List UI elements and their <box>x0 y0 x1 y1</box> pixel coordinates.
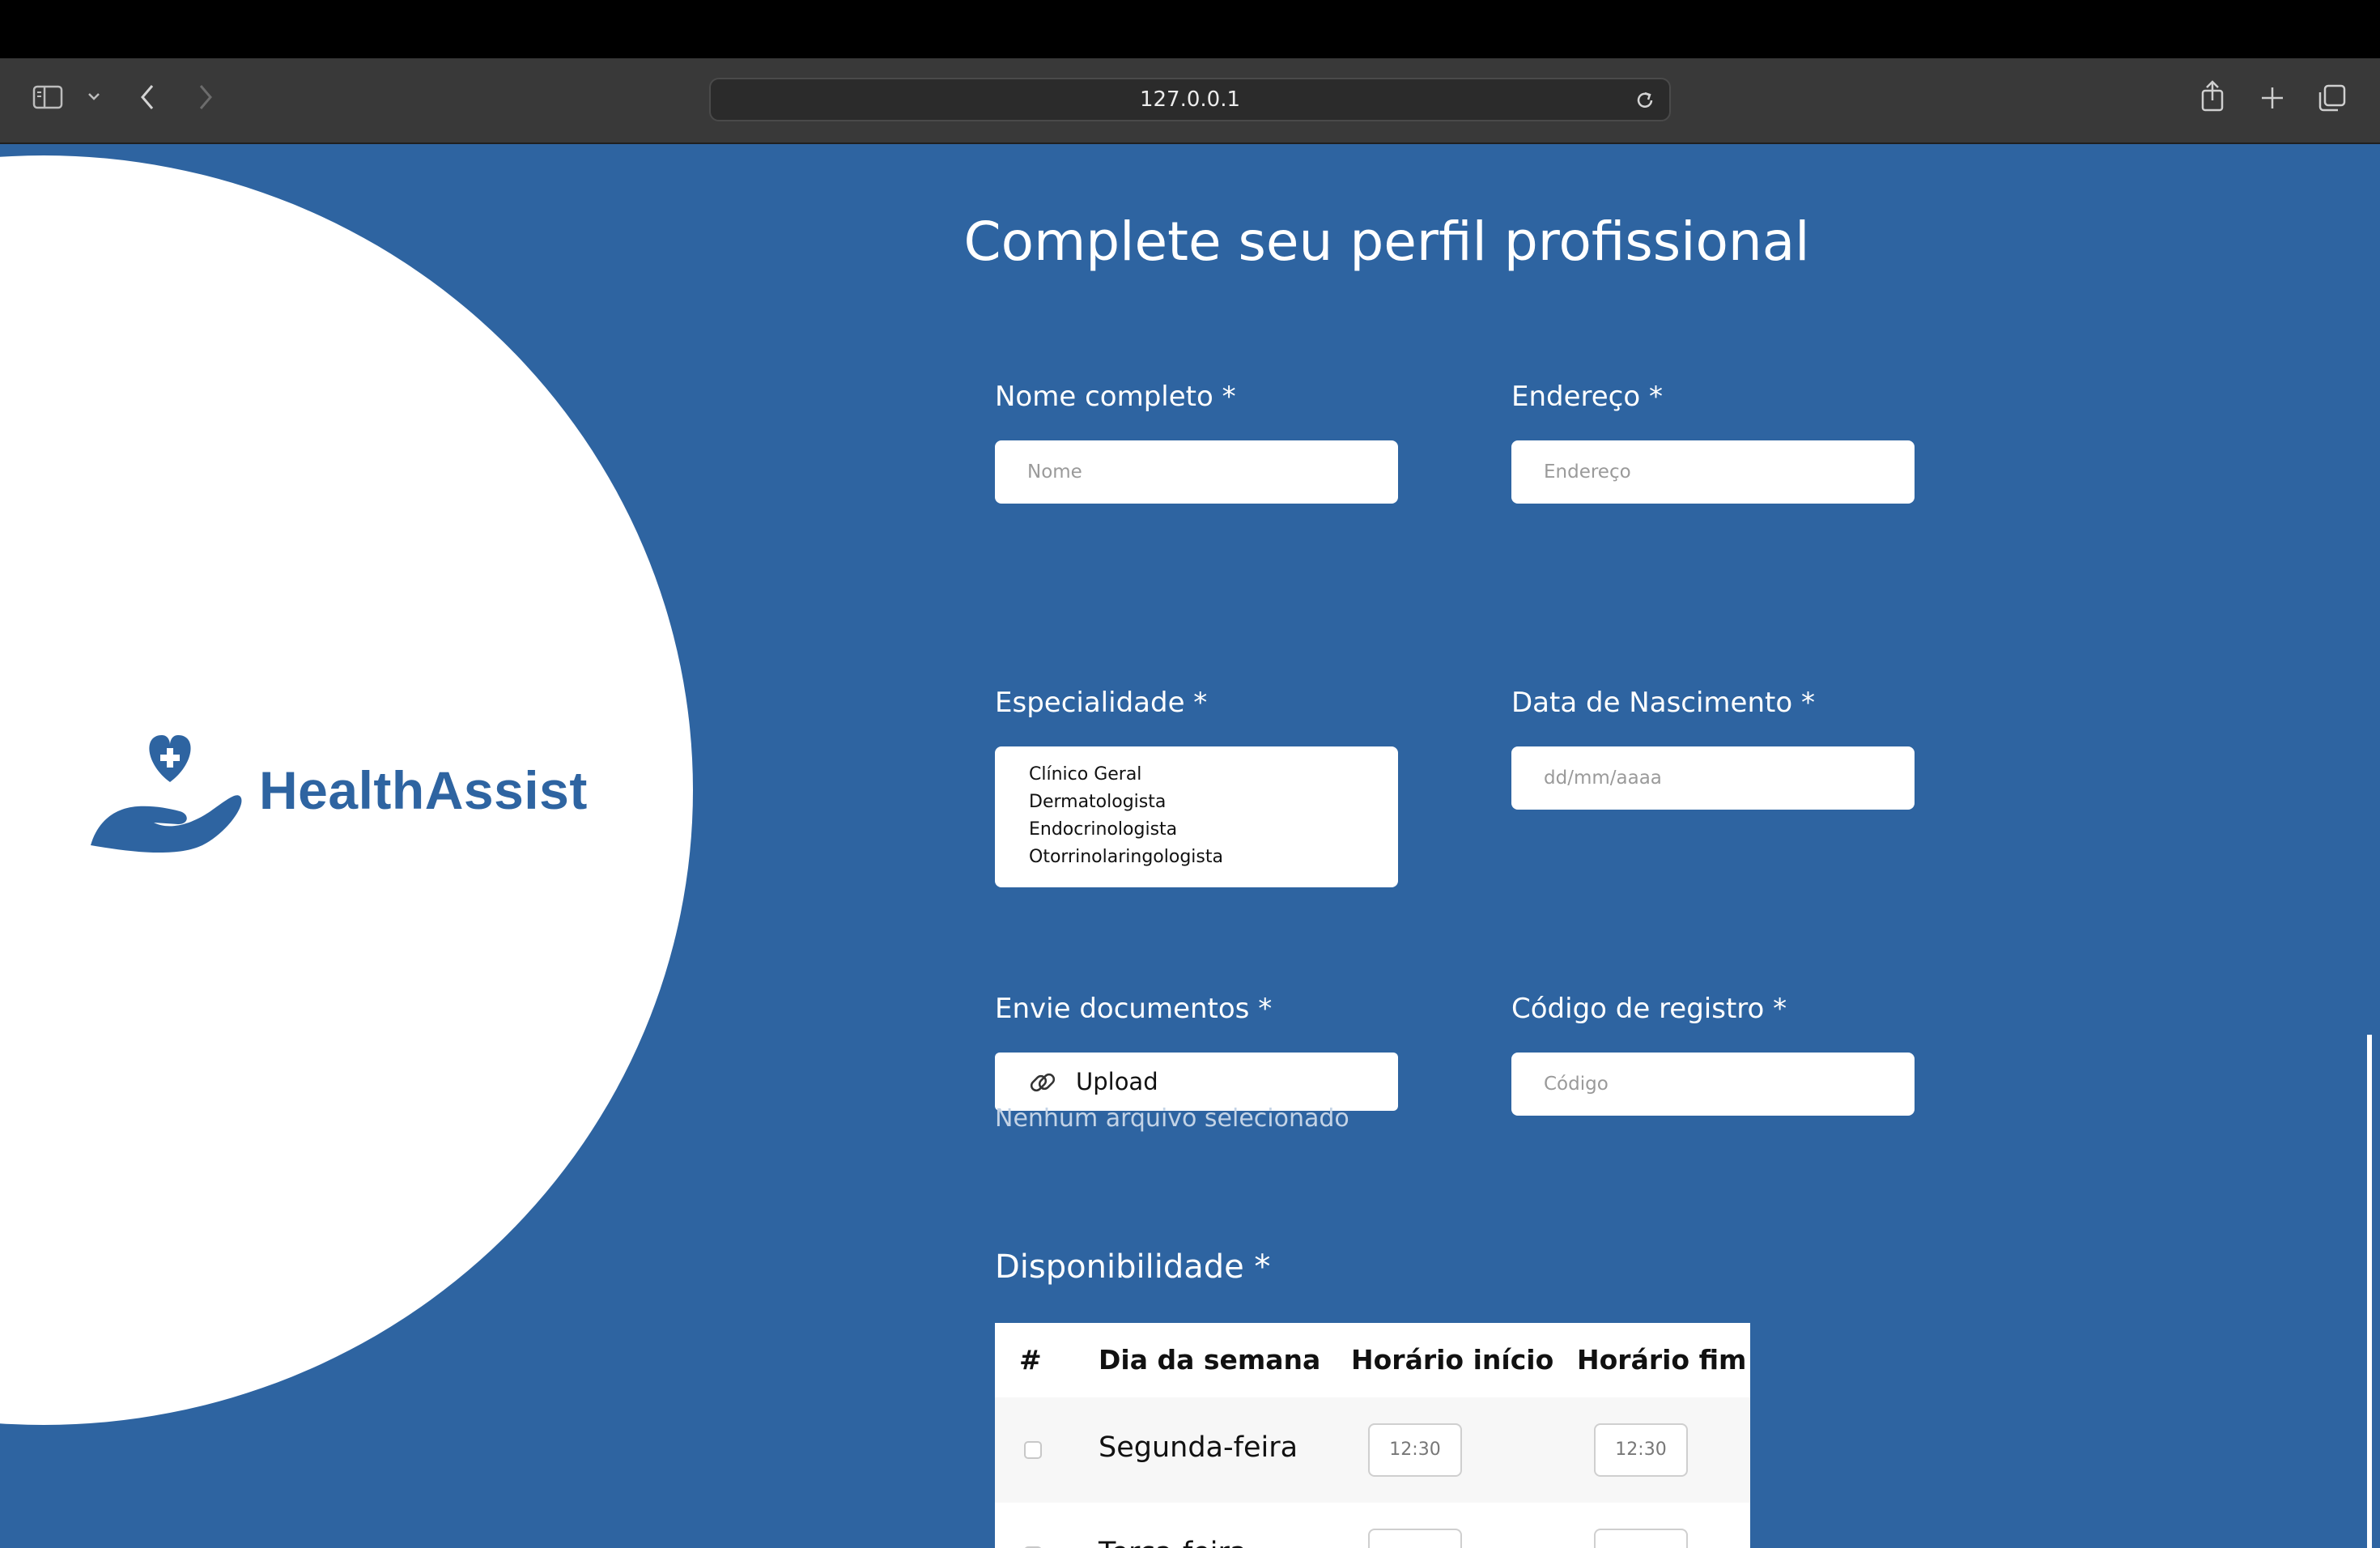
table-row: Terça-feira <box>995 1503 1750 1548</box>
address-label: Endereço * <box>1511 381 1663 413</box>
specialty-option[interactable]: Endocrinologista <box>1029 816 1398 844</box>
birth-date-label: Data de Nascimento * <box>1511 687 1815 719</box>
link-icon <box>1027 1067 1058 1101</box>
sidebar-toggle-icon[interactable] <box>32 84 65 110</box>
day-name: Segunda-feira <box>1099 1431 1298 1464</box>
table-row: Segunda-feira 12:30 12:30 <box>995 1397 1750 1503</box>
new-tab-icon[interactable] <box>2259 84 2286 112</box>
specialty-option[interactable]: Dermatologista <box>1029 789 1398 816</box>
full-name-input[interactable] <box>995 440 1398 504</box>
documents-label: Envie documentos * <box>995 993 1273 1025</box>
back-icon[interactable] <box>136 83 159 112</box>
column-header-day: Dia da semana <box>1099 1344 1321 1376</box>
column-header-start: Horário início <box>1351 1344 1554 1376</box>
browser-toolbar: 127.0.0.1 <box>0 58 2380 144</box>
specialty-label: Especialidade * <box>995 687 1208 719</box>
chevron-down-icon[interactable] <box>86 91 102 104</box>
end-time-input[interactable]: 12:30 <box>1594 1423 1688 1477</box>
availability-title: Disponibilidade * <box>995 1248 1271 1286</box>
page-title: Complete seu perfil profissional <box>963 211 1810 273</box>
registration-code-label: Código de registro * <box>1511 993 1787 1025</box>
full-name-label: Nome completo * <box>995 381 1236 413</box>
column-header-index: # <box>1019 1344 1042 1376</box>
reload-icon[interactable] <box>1634 89 1656 112</box>
share-icon[interactable] <box>2199 79 2226 113</box>
scrollbar[interactable] <box>2367 1035 2372 1548</box>
brand-name: HealthAssist <box>259 760 588 820</box>
day-checkbox[interactable] <box>1024 1441 1042 1459</box>
specialty-option[interactable]: Clínico Geral <box>1029 761 1398 789</box>
specialty-select[interactable]: Clínico Geral Dermatologista Endocrinolo… <box>995 746 1398 887</box>
registration-code-input[interactable] <box>1511 1053 1915 1116</box>
day-name: Terça-feira <box>1099 1537 1247 1548</box>
forward-icon[interactable] <box>194 83 217 112</box>
specialty-option[interactable]: Otorrinolaringologista <box>1029 844 1398 871</box>
tab-overview-icon[interactable] <box>2317 83 2348 113</box>
start-time-input[interactable] <box>1368 1529 1462 1548</box>
birth-date-input[interactable] <box>1511 746 1915 810</box>
upload-status: Nenhum arquivo selecionado <box>995 1104 1349 1133</box>
availability-table: # Dia da semana Horário início Horário f… <box>995 1323 1750 1548</box>
upload-button[interactable]: Upload <box>995 1053 1398 1111</box>
address-bar[interactable]: 127.0.0.1 <box>709 78 1671 121</box>
start-time-input[interactable]: 12:30 <box>1368 1423 1462 1477</box>
address-input[interactable] <box>1511 440 1915 504</box>
column-header-end: Horário fim <box>1577 1344 1747 1376</box>
upload-label: Upload <box>1076 1068 1158 1095</box>
heart-hand-icon <box>91 735 242 853</box>
page-body: HealthAssist Complete seu perfil profiss… <box>0 144 2380 1548</box>
brand-logo: HealthAssist <box>89 734 587 855</box>
url-text: 127.0.0.1 <box>1139 87 1241 112</box>
end-time-input[interactable] <box>1594 1529 1688 1548</box>
